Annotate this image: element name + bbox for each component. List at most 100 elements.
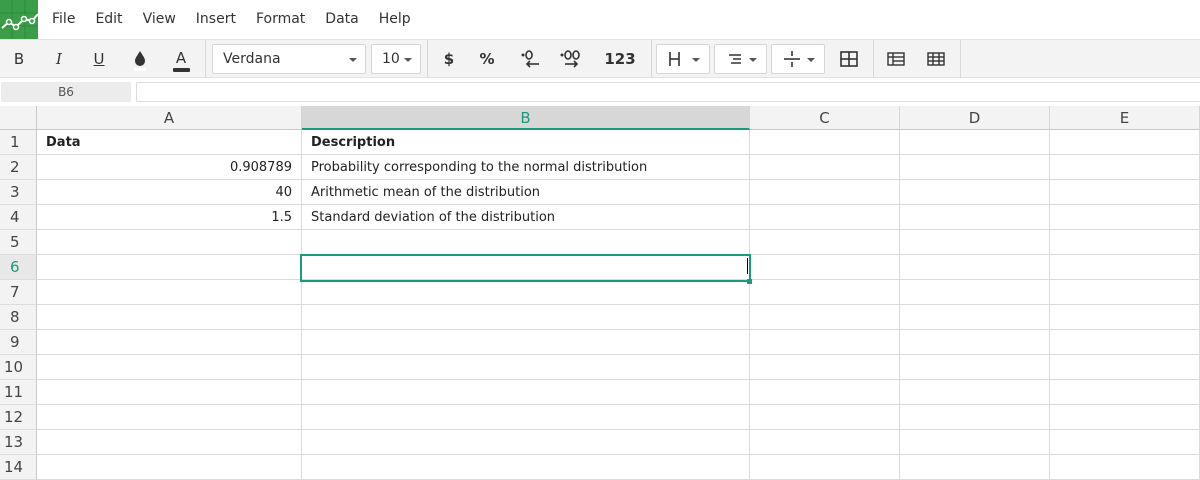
cell-c9[interactable] bbox=[750, 330, 900, 355]
merge-cells-button[interactable] bbox=[835, 40, 863, 78]
cell-a2[interactable]: 0.908789 bbox=[37, 155, 302, 180]
cell-d6[interactable] bbox=[900, 255, 1050, 280]
cell-a14[interactable] bbox=[37, 455, 302, 480]
cell-e4[interactable] bbox=[1050, 205, 1200, 230]
row-header-4[interactable]: 4 bbox=[0, 205, 37, 230]
select-all-corner[interactable] bbox=[0, 106, 37, 130]
cell-b4[interactable]: Standard deviation of the distribution bbox=[302, 205, 750, 230]
row-header-13[interactable]: 13 bbox=[0, 430, 37, 455]
menu-format[interactable]: Format bbox=[246, 0, 315, 39]
cell-b12[interactable] bbox=[302, 405, 750, 430]
cell-e11[interactable] bbox=[1050, 380, 1200, 405]
column-header-c[interactable]: C bbox=[750, 106, 900, 130]
cell-e3[interactable] bbox=[1050, 180, 1200, 205]
column-header-d[interactable]: D bbox=[900, 106, 1050, 130]
cell-b1[interactable]: Description bbox=[302, 130, 750, 155]
cell-a12[interactable] bbox=[37, 405, 302, 430]
cell-c13[interactable] bbox=[750, 430, 900, 455]
cell-e14[interactable] bbox=[1050, 455, 1200, 480]
row-header-6[interactable]: 6 bbox=[0, 255, 37, 280]
font-family-select[interactable]: Verdana bbox=[212, 44, 366, 74]
cell-a11[interactable] bbox=[37, 380, 302, 405]
cell-b2[interactable]: Probability corresponding to the normal … bbox=[302, 155, 750, 180]
cell-e6[interactable] bbox=[1050, 255, 1200, 280]
font-size-select[interactable]: 10 bbox=[371, 44, 421, 74]
number-format-button[interactable]: 123 bbox=[600, 40, 640, 78]
fill-handle[interactable] bbox=[747, 279, 752, 284]
cell-b11[interactable] bbox=[302, 380, 750, 405]
cell-a6[interactable] bbox=[37, 255, 302, 280]
cell-name-box[interactable]: B6 bbox=[1, 82, 131, 102]
cell-d3[interactable] bbox=[900, 180, 1050, 205]
cell-c6[interactable] bbox=[750, 255, 900, 280]
row-header-10[interactable]: 10 bbox=[0, 355, 37, 380]
italic-button[interactable]: I bbox=[46, 40, 72, 78]
freeze-rows-button[interactable] bbox=[882, 40, 910, 78]
cell-d1[interactable] bbox=[900, 130, 1050, 155]
cell-c4[interactable] bbox=[750, 205, 900, 230]
cell-e10[interactable] bbox=[1050, 355, 1200, 380]
cell-b6[interactable] bbox=[302, 255, 750, 280]
bold-button[interactable]: B bbox=[6, 40, 32, 78]
cell-d12[interactable] bbox=[900, 405, 1050, 430]
cell-b8[interactable] bbox=[302, 305, 750, 330]
cell-a9[interactable] bbox=[37, 330, 302, 355]
column-header-e[interactable]: E bbox=[1050, 106, 1200, 130]
menu-file[interactable]: File bbox=[42, 0, 85, 39]
cell-c2[interactable] bbox=[750, 155, 900, 180]
cell-c3[interactable] bbox=[750, 180, 900, 205]
cell-a5[interactable] bbox=[37, 230, 302, 255]
cell-b13[interactable] bbox=[302, 430, 750, 455]
horizontal-align-dropdown[interactable] bbox=[714, 44, 767, 74]
currency-format-button[interactable]: $ bbox=[437, 40, 461, 78]
column-header-a[interactable]: A bbox=[37, 106, 302, 130]
menu-edit[interactable]: Edit bbox=[85, 0, 132, 39]
row-header-7[interactable]: 7 bbox=[0, 280, 37, 305]
cell-d5[interactable] bbox=[900, 230, 1050, 255]
underline-button[interactable]: U bbox=[86, 40, 112, 78]
borders-dropdown[interactable] bbox=[656, 44, 710, 74]
cell-c8[interactable] bbox=[750, 305, 900, 330]
cell-d4[interactable] bbox=[900, 205, 1050, 230]
increase-decimals-button[interactable] bbox=[557, 40, 585, 78]
vertical-align-dropdown[interactable] bbox=[771, 44, 825, 74]
cell-d13[interactable] bbox=[900, 430, 1050, 455]
cell-e1[interactable] bbox=[1050, 130, 1200, 155]
cell-e5[interactable] bbox=[1050, 230, 1200, 255]
cell-a3[interactable]: 40 bbox=[37, 180, 302, 205]
cell-c14[interactable] bbox=[750, 455, 900, 480]
cell-a7[interactable] bbox=[37, 280, 302, 305]
row-header-11[interactable]: 11 bbox=[0, 380, 37, 405]
row-header-5[interactable]: 5 bbox=[0, 230, 37, 255]
cell-e2[interactable] bbox=[1050, 155, 1200, 180]
row-header-1[interactable]: 1 bbox=[0, 130, 37, 155]
menu-view[interactable]: View bbox=[133, 0, 186, 39]
fill-color-button[interactable] bbox=[126, 40, 154, 78]
app-logo-icon[interactable] bbox=[0, 0, 38, 39]
row-header-9[interactable]: 9 bbox=[0, 330, 37, 355]
cell-a1[interactable]: Data bbox=[37, 130, 302, 155]
cell-e9[interactable] bbox=[1050, 330, 1200, 355]
cell-c10[interactable] bbox=[750, 355, 900, 380]
column-header-b[interactable]: B bbox=[302, 106, 750, 130]
menu-help[interactable]: Help bbox=[369, 0, 421, 39]
row-header-8[interactable]: 8 bbox=[0, 305, 37, 330]
cell-d10[interactable] bbox=[900, 355, 1050, 380]
cell-b14[interactable] bbox=[302, 455, 750, 480]
cell-a4[interactable]: 1.5 bbox=[37, 205, 302, 230]
grid-lines-button[interactable] bbox=[922, 40, 950, 78]
cell-b9[interactable] bbox=[302, 330, 750, 355]
cell-c11[interactable] bbox=[750, 380, 900, 405]
cell-b3[interactable]: Arithmetic mean of the distribution bbox=[302, 180, 750, 205]
cell-c5[interactable] bbox=[750, 230, 900, 255]
row-header-14[interactable]: 14 bbox=[0, 455, 37, 480]
menu-insert[interactable]: Insert bbox=[186, 0, 246, 39]
menu-data[interactable]: Data bbox=[315, 0, 368, 39]
cell-a13[interactable] bbox=[37, 430, 302, 455]
cell-e7[interactable] bbox=[1050, 280, 1200, 305]
cell-e13[interactable] bbox=[1050, 430, 1200, 455]
cell-a10[interactable] bbox=[37, 355, 302, 380]
cell-d11[interactable] bbox=[900, 380, 1050, 405]
cell-c12[interactable] bbox=[750, 405, 900, 430]
decrease-decimals-button[interactable] bbox=[516, 40, 544, 78]
